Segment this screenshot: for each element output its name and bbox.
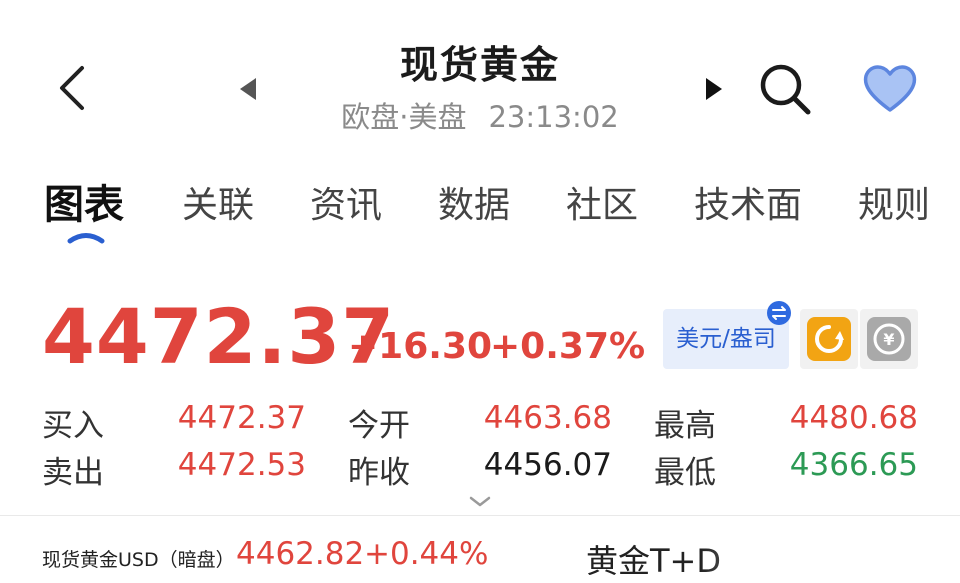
currency-convert-icon: ¥ xyxy=(867,317,911,361)
tab-technical[interactable]: 技术面 xyxy=(694,176,802,228)
swap-icon[interactable] xyxy=(766,300,792,326)
prev-icon[interactable] xyxy=(236,74,262,104)
tab-data[interactable]: 数据 xyxy=(438,176,510,228)
tab-community[interactable]: 社区 xyxy=(566,176,638,228)
search-icon[interactable] xyxy=(756,60,814,118)
low-value: 4366.65 xyxy=(789,447,918,483)
prev-close-value: 4456.07 xyxy=(483,447,612,483)
heart-icon[interactable] xyxy=(860,60,920,116)
current-price: 4472.37 xyxy=(42,292,396,381)
high-label: 最高 xyxy=(654,408,716,444)
ask-value: 4472.53 xyxy=(177,447,306,483)
expand-chevron-icon[interactable] xyxy=(468,496,492,508)
night-market-change: +0.44% xyxy=(364,536,489,572)
next-icon[interactable] xyxy=(700,74,726,104)
page-title: 现货黄金 xyxy=(399,43,560,87)
ask-label: 卖出 xyxy=(42,455,104,491)
svg-text:¥: ¥ xyxy=(883,330,894,349)
back-icon[interactable] xyxy=(52,62,92,114)
currency-convert-button[interactable]: ¥ xyxy=(860,309,918,369)
tab-active-indicator xyxy=(67,233,105,244)
night-market-price: 4462.82 xyxy=(236,536,365,572)
tab-chart[interactable]: 图表 xyxy=(44,172,124,230)
divider xyxy=(0,515,960,516)
open-label: 今开 xyxy=(348,408,410,444)
high-value: 4480.68 xyxy=(789,400,918,436)
session-time: 23:13:02 xyxy=(488,100,619,134)
open-value: 4463.68 xyxy=(483,400,612,436)
bid-value: 4472.37 xyxy=(177,400,306,436)
session-info: 欧盘·美盘 23:13:02 xyxy=(280,94,680,136)
ticker-fade xyxy=(700,528,960,583)
bid-label: 买入 xyxy=(42,408,104,444)
tab-related[interactable]: 关联 xyxy=(182,176,254,228)
prev-close-label: 昨收 xyxy=(348,455,410,491)
low-label: 最低 xyxy=(654,455,716,491)
price-change-percent: +0.37% xyxy=(490,326,646,367)
night-market-label[interactable]: 现货黄金USD（暗盘） xyxy=(42,545,235,572)
session-label: 欧盘·美盘 xyxy=(341,100,467,134)
refresh-button[interactable] xyxy=(800,309,858,369)
tab-news[interactable]: 资讯 xyxy=(310,176,382,228)
refresh-icon xyxy=(807,317,851,361)
price-change: +16.30 xyxy=(348,326,493,367)
tab-rules[interactable]: 规则 xyxy=(858,176,930,228)
